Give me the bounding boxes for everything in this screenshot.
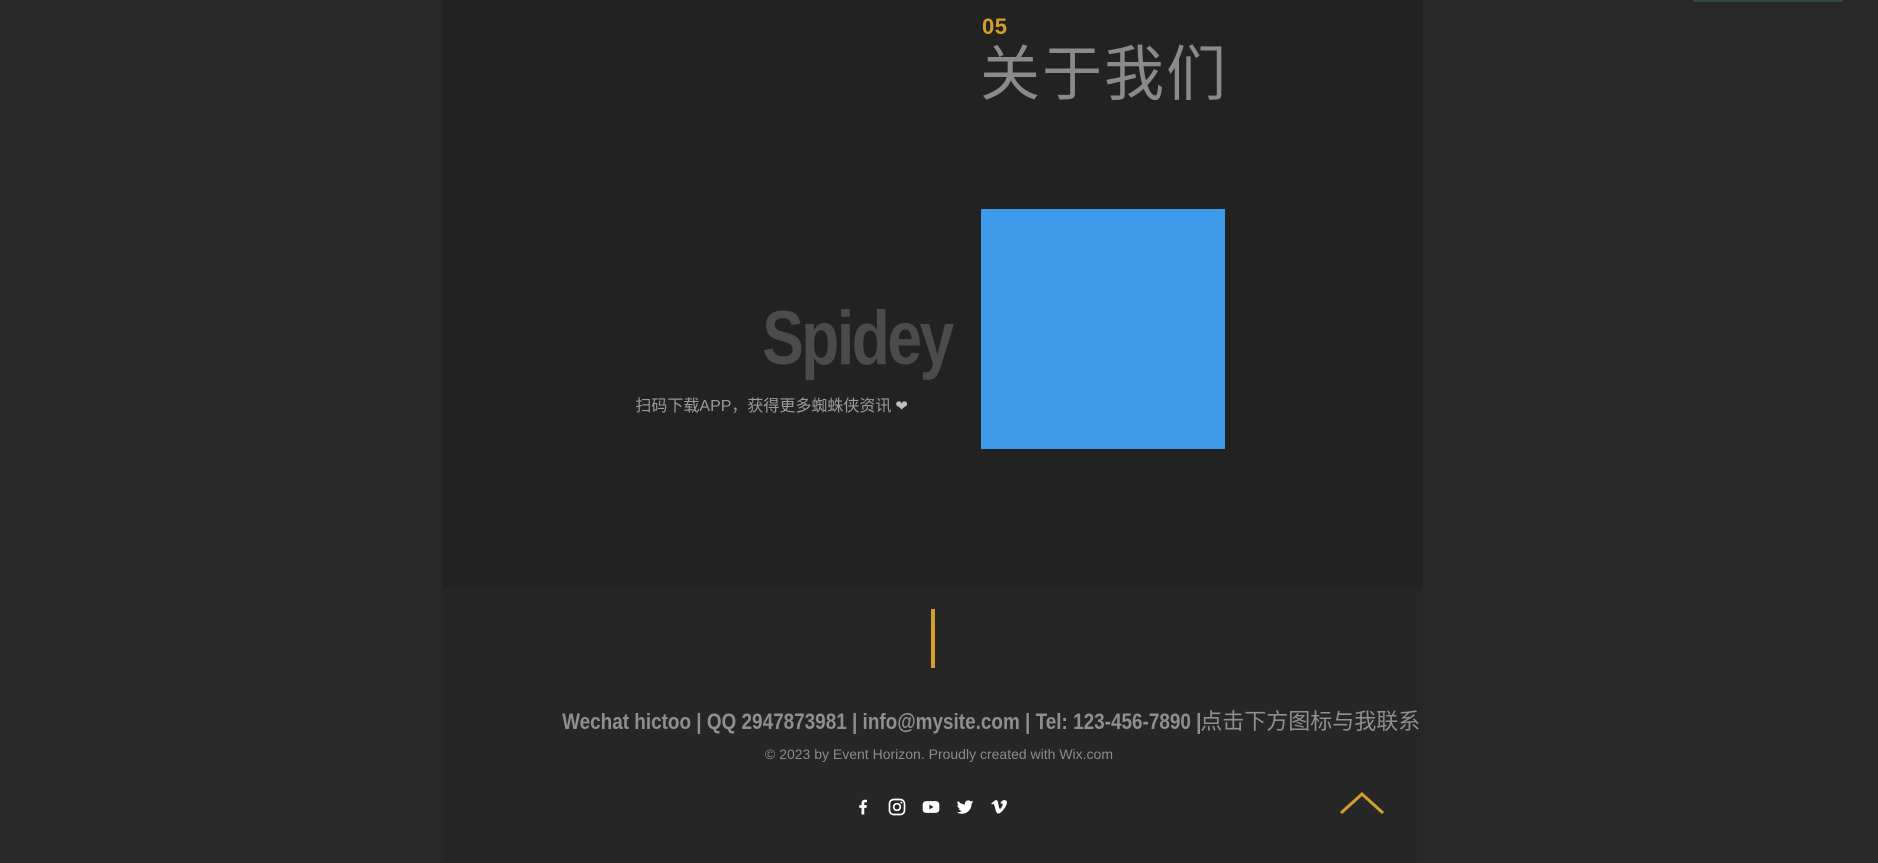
- qr-code-image: [981, 209, 1225, 449]
- vimeo-link[interactable]: [988, 796, 1010, 818]
- about-section: [443, 0, 1423, 587]
- youtube-link[interactable]: [920, 796, 942, 818]
- heart-icon: ❤: [895, 398, 908, 415]
- app-logo: Spidey: [762, 296, 954, 381]
- twitter-icon: [956, 800, 974, 814]
- vimeo-icon: [991, 800, 1007, 814]
- chevron-up-icon: [1339, 791, 1385, 815]
- section-title: 关于我们: [980, 40, 1228, 110]
- contact-prompt: 点击下方图标与我联系: [1200, 710, 1421, 735]
- section-number: 05: [982, 14, 1008, 39]
- contact-details: Wechat hictoo | QQ 2947873981 | info@mys…: [561, 709, 1202, 734]
- copyright-text: © 2023 by Event Horizon. Proudly created…: [764, 746, 1114, 762]
- twitter-link[interactable]: [954, 796, 976, 818]
- youtube-icon: [922, 801, 940, 813]
- divider-line: [931, 609, 935, 668]
- instagram-icon: [888, 798, 906, 816]
- back-to-top-button[interactable]: [1338, 786, 1386, 816]
- top-accent-bar: [1693, 0, 1843, 2]
- facebook-link[interactable]: [852, 796, 874, 818]
- app-caption-text: 扫码下载APP，获得更多蜘蛛侠资讯: [635, 398, 892, 415]
- app-download-caption: 扫码下载APP，获得更多蜘蛛侠资讯 ❤: [560, 396, 908, 418]
- facebook-icon: [859, 799, 867, 815]
- page: 05 关于我们 Spidey 扫码下载APP，获得更多蜘蛛侠资讯 ❤ Wechat…: [0, 0, 1878, 863]
- contact-info: Wechat hictoo | QQ 2947873981 | info@mys…: [0, 707, 1878, 738]
- social-bar: [852, 796, 1010, 818]
- instagram-link[interactable]: [886, 796, 908, 818]
